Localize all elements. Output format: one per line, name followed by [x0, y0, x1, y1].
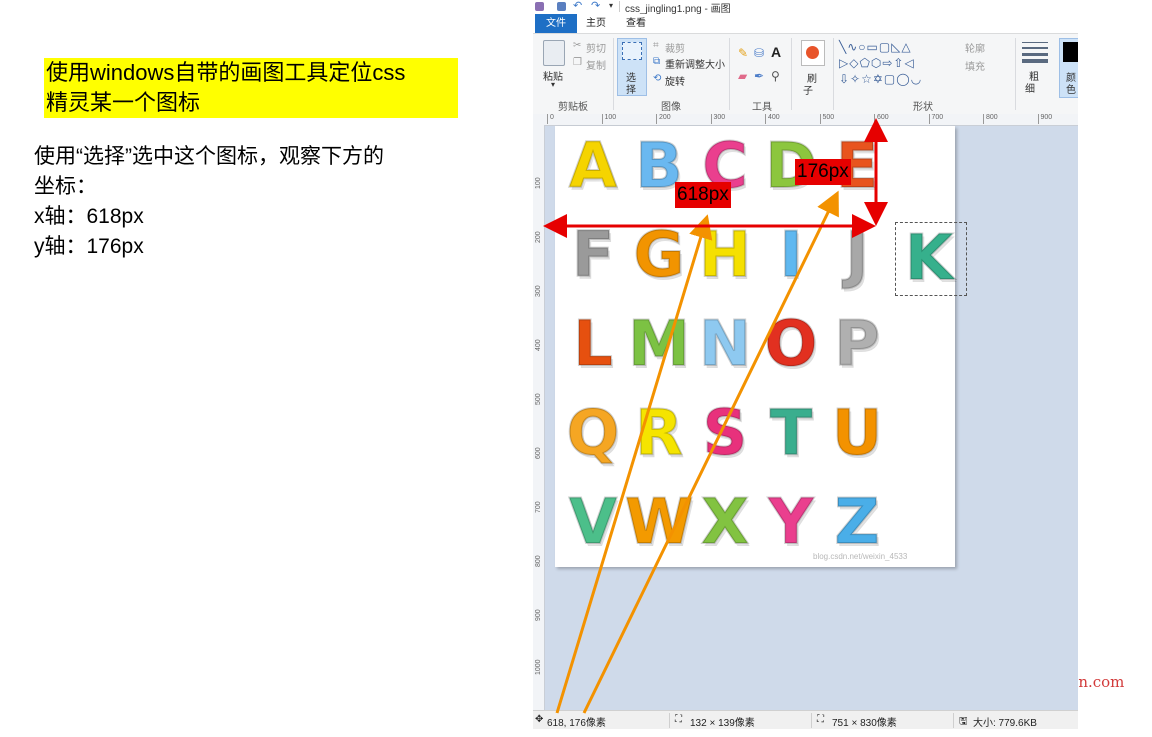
x-pointer-arrow [555, 214, 713, 714]
y-pointer-arrow [582, 190, 839, 714]
annotation-overlay [543, 118, 888, 714]
x-value-label: 618px [675, 182, 731, 208]
y-value-label: 176px [795, 159, 851, 185]
